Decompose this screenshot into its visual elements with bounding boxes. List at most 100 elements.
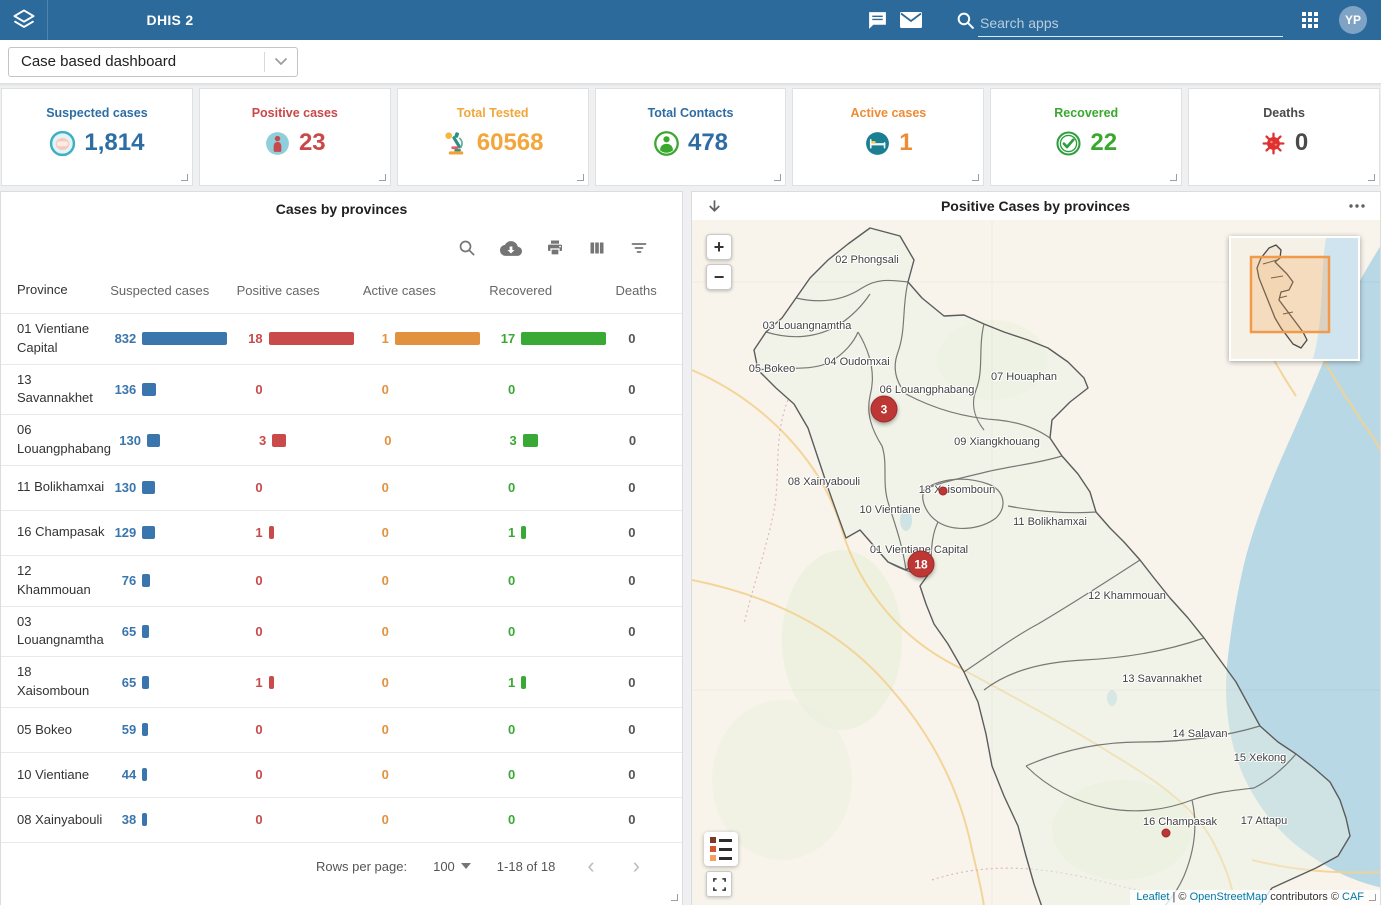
case-marker[interactable]: 18 [908, 551, 935, 578]
card-resize-handle[interactable] [972, 174, 979, 181]
case-marker[interactable] [1162, 829, 1171, 838]
active-cell: 0 [363, 525, 489, 540]
value-text: 0 [237, 624, 263, 639]
recovered-cell: 0 [489, 767, 615, 782]
map-download-arrow-icon[interactable] [706, 198, 723, 215]
next-page-button[interactable]: › [627, 859, 646, 873]
kpi-card-total-contacts[interactable]: Total Contacts478 [595, 88, 787, 186]
table-row[interactable]: 13 Savannakhet1360000 [1, 365, 682, 416]
mail-icon[interactable] [894, 3, 928, 37]
value-text: 0 [363, 525, 389, 540]
table-pagination: Rows per page: 100 1-18 of 18 ‹ › [1, 843, 682, 874]
table-row[interactable]: 10 Vientiane440000 [1, 753, 682, 798]
apps-grid-icon[interactable] [1293, 3, 1327, 37]
table-row[interactable]: 11 Bolikhamxai1300000 [1, 466, 682, 511]
province-label: 06 Louangphabang [880, 384, 975, 396]
value-text: 0 [363, 722, 389, 737]
zoom-out-button[interactable]: − [706, 264, 732, 290]
prev-page-button[interactable]: ‹ [581, 859, 600, 873]
value-text: 0 [489, 573, 515, 588]
table-search-icon[interactable] [458, 239, 476, 257]
table-row[interactable]: 12 Khammouan760000 [1, 556, 682, 607]
value-text: 18 [237, 331, 263, 346]
messages-icon[interactable] [860, 3, 894, 37]
value-text: 0 [489, 382, 515, 397]
province-label: 02 Phongsali [835, 254, 899, 266]
case-marker[interactable] [939, 487, 948, 496]
kpi-card-deaths[interactable]: Deaths0 [1188, 88, 1380, 186]
table-row[interactable]: 05 Bokeo590000 [1, 708, 682, 753]
table-header-row: ProvinceSuspected casesPositive casesAct… [1, 267, 682, 314]
positive-cell: 0 [237, 382, 363, 397]
card-resize-handle[interactable] [577, 174, 584, 181]
dashboard-select[interactable]: Case based dashboard [8, 47, 298, 77]
case-marker[interactable]: 3 [871, 396, 898, 423]
suspected-bar [142, 813, 147, 826]
table-row[interactable]: 03 Louangnamtha650000 [1, 607, 682, 658]
panel-resize-handle[interactable] [1369, 894, 1376, 901]
zoom-in-button[interactable]: + [706, 234, 732, 260]
deaths-cell: 0 [616, 573, 682, 588]
rows-per-page-label: Rows per page: [316, 859, 407, 874]
rows-per-page-select[interactable]: 100 [433, 859, 471, 874]
search-apps-input[interactable] [978, 11, 1283, 37]
dhis2-logo-icon[interactable] [0, 0, 48, 40]
filter-icon[interactable] [630, 239, 648, 257]
print-icon[interactable] [546, 239, 564, 257]
province-cell: 03 Louangnamtha [1, 613, 110, 651]
map-legend-button[interactable] [704, 832, 738, 866]
table-row[interactable]: 06 Louangphabang1303030 [1, 415, 682, 466]
table-row[interactable]: 01 Vientiane Capital832181170 [1, 314, 682, 365]
kpi-label: Recovered [1054, 106, 1118, 120]
microscope-icon [442, 130, 469, 157]
province-cell: 13 Savannakhet [1, 371, 110, 409]
active-cell: 0 [366, 433, 491, 448]
active-cell: 0 [363, 812, 489, 827]
more-options-icon[interactable] [1348, 203, 1366, 209]
value-text: 130 [115, 433, 141, 448]
card-resize-handle[interactable] [774, 174, 781, 181]
kpi-card-recovered[interactable]: Recovered 22 [990, 88, 1182, 186]
map-panel-title: Positive Cases by provinces [723, 198, 1348, 214]
view-columns-icon[interactable] [588, 239, 606, 257]
panel-resize-handle[interactable] [671, 894, 678, 901]
recovered-bar [523, 434, 538, 447]
active-cell: 0 [363, 624, 489, 639]
kpi-value: 1 [899, 129, 912, 157]
kpi-card-active-cases[interactable]: Active cases1 [792, 88, 984, 186]
table-row[interactable]: 16 Champasak1291010 [1, 511, 682, 556]
card-resize-handle[interactable] [379, 174, 386, 181]
value-text: 0 [237, 480, 263, 495]
deaths-cell: 0 [616, 722, 682, 737]
carto-link[interactable]: CAF [1342, 891, 1364, 903]
kpi-label: Suspected cases [46, 106, 147, 120]
value-text: 65 [110, 624, 136, 639]
column-header-suspected-cases: Suspected cases [110, 283, 236, 298]
value-text: 136 [110, 382, 136, 397]
map-canvas[interactable]: + − [692, 220, 1380, 905]
suspected-cell: 65 [110, 675, 236, 690]
table-row[interactable]: 08 Xainyabouli380000 [1, 798, 682, 843]
osm-link[interactable]: OpenStreetMap [1190, 891, 1268, 903]
kpi-value: 23 [299, 129, 326, 157]
dashboard-bar: Case based dashboard [0, 40, 1381, 84]
user-avatar[interactable]: YP [1339, 6, 1367, 34]
table-row[interactable]: 18 Xaisomboun651010 [1, 657, 682, 708]
kpi-card-total-tested[interactable]: Total Tested60568 [397, 88, 589, 186]
table-body: 01 Vientiane Capital832181170 13 Savannak… [1, 314, 682, 843]
value-text: 0 [616, 767, 636, 782]
leaflet-link[interactable]: Leaflet [1136, 891, 1169, 903]
card-resize-handle[interactable] [181, 174, 188, 181]
positive-bar [269, 676, 274, 689]
kpi-value: 22 [1090, 129, 1117, 157]
download-icon[interactable] [500, 240, 522, 257]
kpi-card-positive-cases[interactable]: Positive cases23 [199, 88, 391, 186]
fullscreen-button[interactable] [706, 871, 732, 897]
kpi-card-suspected-cases[interactable]: Suspected cases1,814 [1, 88, 193, 186]
card-resize-handle[interactable] [1368, 174, 1375, 181]
suspected-bar [142, 676, 149, 689]
suspected-cell: 76 [110, 573, 236, 588]
overview-mini-map[interactable] [1229, 236, 1360, 361]
card-resize-handle[interactable] [1170, 174, 1177, 181]
search-icon [952, 3, 978, 37]
